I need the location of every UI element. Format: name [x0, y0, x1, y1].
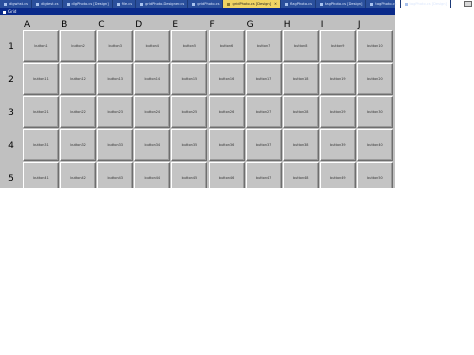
row-header: 1 [8, 42, 14, 52]
file-icon [192, 2, 196, 6]
grid-cell-button[interactable]: button18 [282, 63, 319, 95]
grid-cell-button[interactable]: button12 [60, 63, 97, 95]
grid-cell-button[interactable]: button43 [97, 162, 134, 188]
document-tab-label: gridPhoto.cs [Design] [232, 2, 272, 6]
grid-cell-button[interactable]: button27 [245, 96, 282, 128]
file-icon [370, 2, 374, 6]
file-icon [285, 2, 289, 6]
grid-cell-button[interactable]: button26 [208, 96, 245, 128]
document-tab-label: gridPhoto.cs [197, 2, 220, 6]
grid-cell-button[interactable]: button41 [23, 162, 59, 188]
grid-cell-button[interactable]: button17 [245, 63, 282, 95]
document-tab[interactable]: dlgwhst.cs [0, 0, 33, 8]
grid-cell-button[interactable]: button14 [134, 63, 171, 95]
grid-cell-button[interactable]: button35 [171, 129, 208, 161]
grid-cell-button[interactable]: button32 [60, 129, 97, 161]
document-tab[interactable]: tagPhoto.cs [366, 0, 401, 8]
file-icon [4, 2, 7, 6]
grid-cell-button[interactable]: button24 [134, 96, 171, 128]
document-tab[interactable]: tagPhoto.cs [Design] [401, 0, 451, 8]
file-icon [404, 2, 408, 6]
grid-cell-button[interactable]: button45 [171, 162, 208, 188]
grid-cell-button[interactable]: button48 [282, 162, 319, 188]
grid-cell-button[interactable]: button1 [23, 30, 59, 62]
document-tab[interactable]: gridPhoto.cs [Design] ✕ [223, 0, 282, 8]
grid-cell-button[interactable]: button46 [208, 162, 245, 188]
grid-form-window: Grid A B C D E F G H I J 1 2 3 4 5 button1 button2 button… [0, 8, 395, 188]
file-icon [319, 2, 323, 6]
document-tab-label: flagPhoto.cs [290, 2, 312, 6]
form-title-bar: Grid [0, 8, 395, 15]
file-icon [227, 2, 231, 6]
document-tab-label: gridPhoto.Designer.cs [145, 2, 185, 6]
form-client-area: A B C D E F G H I J 1 2 3 4 5 button1 button2 button3 butt… [0, 15, 395, 188]
grid-cell-button[interactable]: button31 [23, 129, 59, 161]
grid-cell-button[interactable]: button3 [97, 30, 134, 62]
grid-cell-button[interactable]: button13 [97, 63, 134, 95]
grid-cell-button[interactable]: button47 [245, 162, 282, 188]
grid-cell-button[interactable]: button44 [134, 162, 171, 188]
grid-cell-button[interactable]: button20 [356, 63, 393, 95]
document-tab-label: tagPhoto.cs [375, 2, 397, 6]
document-tab[interactable]: gridPhoto.cs [188, 0, 224, 8]
grid-cell-button[interactable]: button29 [319, 96, 356, 128]
file-icon [116, 2, 120, 6]
grid-cell-button[interactable]: button19 [319, 63, 356, 95]
grid-cell-button[interactable]: button42 [60, 162, 97, 188]
document-tab[interactable]: dlgPhoto.cs [Design] [63, 0, 113, 8]
grid-cell-button[interactable]: button30 [356, 96, 393, 128]
document-tab[interactable]: flagPhoto.cs [281, 0, 316, 8]
grid-cell-button[interactable]: button28 [282, 96, 319, 128]
grid-cell-button[interactable]: button21 [23, 96, 59, 128]
grid-cell-button[interactable]: button49 [319, 162, 356, 188]
document-tab[interactable]: dlgtest.cs [32, 0, 63, 8]
grid-cell-button[interactable]: button10 [356, 30, 393, 62]
document-tab-label: dlgwhst.cs [9, 2, 29, 6]
document-tab-label: file.cs [121, 2, 133, 6]
document-tab-label: tagPhoto.cs [Design] [409, 2, 447, 6]
form-icon [3, 10, 6, 14]
grid-cell-button[interactable]: button36 [208, 129, 245, 161]
grid-cell-button[interactable]: button6 [208, 30, 245, 62]
grid-cell-button[interactable]: button22 [60, 96, 97, 128]
grid-cell-button[interactable]: button15 [171, 63, 208, 95]
grid-cell-button[interactable]: button25 [171, 96, 208, 128]
document-tab-bar: dlgwhst.cs dlgtest.cs dlgPhoto.cs [Design]… [0, 0, 451, 8]
document-tab-label: dlgtest.cs [41, 2, 59, 6]
grid-cell-button[interactable]: button38 [282, 129, 319, 161]
document-tab[interactable]: tagPhoto.cs [Design] [316, 0, 367, 8]
grid-cell-button[interactable]: button37 [245, 129, 282, 161]
row-header: 4 [8, 141, 14, 151]
document-tab[interactable]: gridPhoto.Designer.cs [136, 0, 189, 8]
row-header: 2 [8, 75, 14, 85]
grid-cell-button[interactable]: button16 [208, 63, 245, 95]
row-header: 5 [8, 174, 14, 184]
grid-cell-button[interactable]: button7 [245, 30, 282, 62]
grid-cell-button[interactable]: button4 [134, 30, 171, 62]
document-tab-label: dlgPhoto.cs [Design] [71, 2, 109, 6]
grid-cell-button[interactable]: button40 [356, 129, 393, 161]
grid-cell-button[interactable]: button34 [134, 129, 171, 161]
form-title: Grid [8, 9, 17, 14]
grid-cell-button[interactable]: button8 [282, 30, 319, 62]
file-icon [66, 2, 70, 6]
close-tab-icon[interactable]: ✕ [274, 2, 277, 6]
file-icon [36, 2, 40, 6]
grid-cell-button[interactable]: button33 [97, 129, 134, 161]
grid-cell-button[interactable]: button23 [97, 96, 134, 128]
window-list-dropdown[interactable] [464, 1, 472, 7]
grid-cell-button[interactable]: button9 [319, 30, 356, 62]
document-tab[interactable]: file.cs [113, 0, 137, 8]
document-tab-label: tagPhoto.cs [Design] [324, 2, 363, 6]
file-icon [140, 2, 144, 6]
grid-cell-button[interactable]: button2 [60, 30, 97, 62]
grid-cell-button[interactable]: button11 [23, 63, 59, 95]
grid-cell-button[interactable]: button50 [356, 162, 393, 188]
grid-cell-button[interactable]: button39 [319, 129, 356, 161]
grid-cell-button[interactable]: button5 [171, 30, 208, 62]
row-header: 3 [8, 108, 14, 118]
